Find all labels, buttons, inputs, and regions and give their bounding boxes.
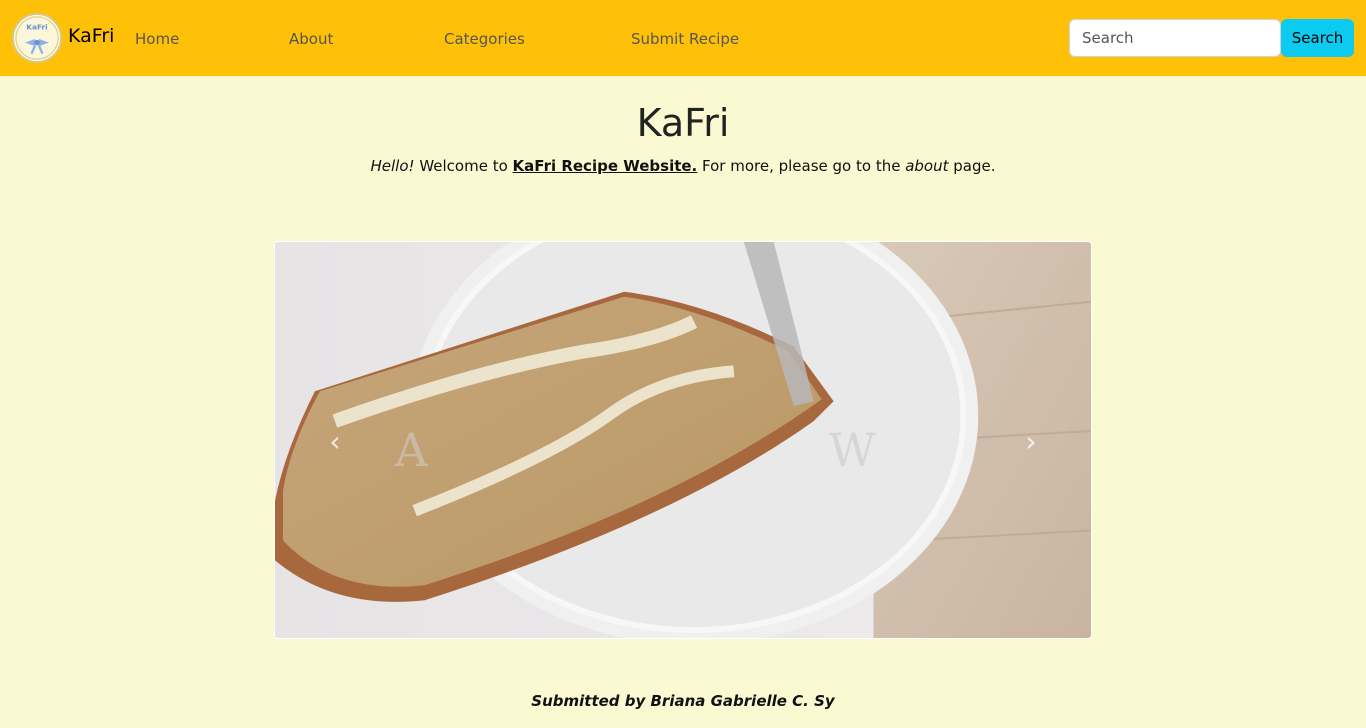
svg-text:A: A xyxy=(394,423,429,477)
page-word: page. xyxy=(948,157,996,175)
chevron-right-icon[interactable]: › xyxy=(1019,427,1043,457)
nav-link-categories[interactable]: Categories xyxy=(444,29,525,49)
search-button[interactable]: Search xyxy=(1281,19,1354,57)
site-link[interactable]: KaFri Recipe Website. xyxy=(513,157,698,175)
welcome-to-text: Welcome to xyxy=(414,157,513,175)
carousel-slide-image: W A xyxy=(275,242,1091,638)
nav-link-submit-recipe[interactable]: Submit Recipe xyxy=(631,29,739,49)
submitted-by: Submitted by Briana Gabrielle C. Sy xyxy=(531,692,835,710)
about-word: about xyxy=(905,157,949,175)
chevron-left-icon[interactable]: ‹ xyxy=(323,427,347,457)
nav-link-about[interactable]: About xyxy=(289,29,333,49)
brand-link[interactable]: KaFri xyxy=(68,24,114,48)
navbar: KaFri KaFri Home About Categories Submit… xyxy=(0,0,1366,76)
svg-text:KaFri: KaFri xyxy=(26,23,47,32)
nav-link-home[interactable]: Home xyxy=(135,29,179,49)
svg-text:W: W xyxy=(829,423,876,477)
for-more-text: For more, please go to the xyxy=(697,157,906,175)
welcome-message: Hello! Welcome to KaFri Recipe Website. … xyxy=(0,156,1366,176)
search-input[interactable] xyxy=(1069,19,1281,57)
kafri-logo-icon[interactable]: KaFri xyxy=(12,13,62,63)
page-title: KaFri xyxy=(636,101,730,145)
recipe-carousel[interactable]: W A ‹ › xyxy=(274,241,1092,639)
welcome-hello: Hello! xyxy=(370,157,415,175)
